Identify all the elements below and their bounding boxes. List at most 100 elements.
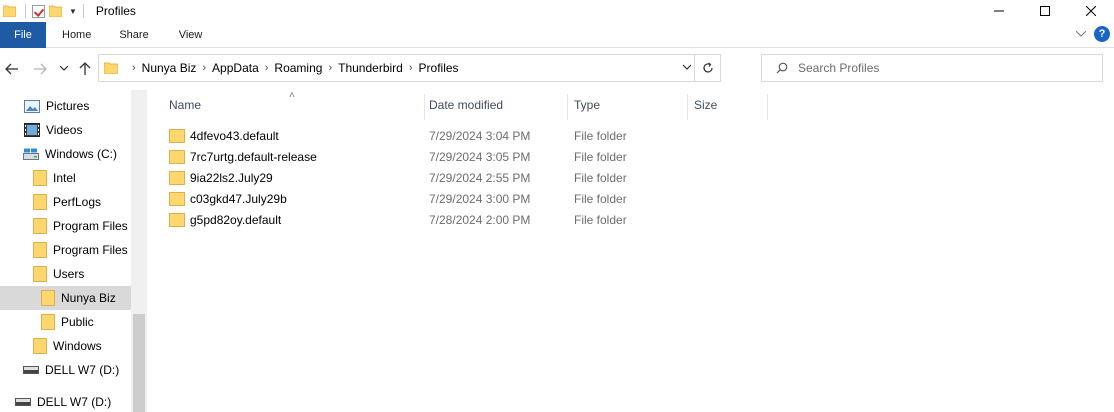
sidebar-item-videos[interactable]: Videos — [0, 118, 131, 142]
folder-icon — [169, 129, 185, 143]
tab-share[interactable]: Share — [105, 22, 162, 48]
chevron-down-icon — [60, 66, 68, 71]
close-button[interactable] — [1068, 0, 1114, 22]
sidebar-item-users[interactable]: Users — [0, 262, 131, 286]
customize-toolbar-dropdown-icon[interactable]: ▼ — [69, 7, 77, 16]
up-arrow-icon — [79, 62, 91, 75]
folder-icon — [169, 171, 185, 185]
tab-home[interactable]: Home — [46, 22, 105, 48]
ribbon-tabs: File Home Share View ? — [0, 21, 1114, 48]
folder-icon — [33, 218, 47, 234]
folder-icon — [169, 213, 185, 227]
column-header-name[interactable]: Name — [169, 90, 424, 120]
back-button[interactable] — [4, 61, 20, 77]
sidebar-item-intel[interactable]: Intel — [0, 166, 131, 190]
window-title: Profiles — [95, 4, 136, 18]
sidebar-item-dell-w7-d-root[interactable]: DELL W7 (D:) — [0, 390, 131, 412]
column-header-label: Type — [574, 98, 601, 112]
search-placeholder[interactable]: Search Profiles — [798, 61, 879, 75]
table-row[interactable]: g5pd82oy.default 7/28/2024 2:00 PM File … — [169, 209, 749, 230]
folder-icon — [33, 194, 47, 210]
sidebar-item-public[interactable]: Public — [0, 310, 131, 334]
usb-drive-icon — [23, 366, 39, 374]
sidebar-item-label: Nunya Biz — [61, 291, 116, 305]
date-modified: 7/29/2024 3:00 PM — [429, 191, 531, 206]
date-modified: 7/29/2024 2:55 PM — [429, 170, 531, 185]
new-folder-icon[interactable] — [49, 5, 62, 17]
sidebar-item-program-files-x86[interactable]: Program Files ( — [0, 238, 131, 262]
address-bar[interactable]: › Nunya Biz › AppData › Roaming › Thunde… — [98, 54, 721, 82]
title-bar: ▼ Profiles — [0, 0, 1114, 22]
sidebar-item-windows[interactable]: Windows — [0, 334, 131, 358]
toolbar-divider — [25, 4, 26, 18]
breadcrumb-separator-icon[interactable]: › — [409, 62, 413, 74]
sidebar-item-program-files[interactable]: Program Files — [0, 214, 131, 238]
breadcrumb-item[interactable]: Roaming — [274, 61, 322, 75]
column-header-type[interactable]: Type — [574, 90, 687, 120]
folder-icon[interactable] — [3, 5, 16, 17]
maximize-button[interactable] — [1022, 0, 1068, 22]
drive-icon — [23, 148, 39, 160]
sidebar-item-pictures[interactable]: Pictures — [0, 94, 131, 118]
sidebar-item-label: Intel — [53, 171, 76, 185]
column-divider[interactable] — [424, 94, 425, 120]
file-type: File folder — [574, 191, 627, 206]
table-row[interactable]: 9ia22ls2.July29 7/29/2024 2:55 PM File f… — [169, 167, 749, 188]
refresh-button[interactable] — [694, 55, 720, 81]
folder-icon — [33, 266, 47, 282]
breadcrumb-item[interactable]: Nunya Biz — [142, 61, 197, 75]
sidebar-item-perflogs[interactable]: PerfLogs — [0, 190, 131, 214]
breadcrumb-item-current[interactable]: Profiles — [419, 61, 459, 75]
quick-access-toolbar: ▼ — [0, 0, 90, 22]
up-button[interactable] — [77, 61, 93, 77]
column-header-size[interactable]: Size — [694, 90, 767, 120]
breadcrumb-item[interactable]: Thunderbird — [338, 61, 403, 75]
folder-icon — [169, 192, 185, 206]
tab-view[interactable]: View — [163, 22, 217, 48]
breadcrumb-separator-icon[interactable]: › — [265, 62, 269, 74]
file-type: File folder — [574, 149, 627, 164]
folder-icon — [41, 290, 55, 306]
window-controls — [976, 0, 1114, 22]
help-icon[interactable]: ? — [1094, 26, 1110, 42]
folder-icon — [169, 150, 185, 164]
file-type: File folder — [574, 212, 627, 227]
breadcrumb-item[interactable]: AppData — [212, 61, 259, 75]
breadcrumb-separator-icon[interactable]: › — [328, 62, 332, 74]
file-type: File folder — [574, 128, 627, 143]
address-row: › Nunya Biz › AppData › Roaming › Thunde… — [0, 48, 1114, 90]
forward-button[interactable] — [32, 61, 48, 77]
nav-scrollbar-thumb[interactable] — [133, 314, 145, 412]
recent-locations-button[interactable] — [56, 61, 72, 77]
table-row[interactable]: 4dfevo43.default 7/29/2024 3:04 PM File … — [169, 125, 749, 146]
maximize-icon — [1040, 6, 1050, 16]
minimize-button[interactable] — [976, 0, 1022, 22]
tab-file[interactable]: File — [0, 21, 46, 48]
address-dropdown-icon[interactable] — [682, 61, 692, 75]
table-row[interactable]: c03gkd47.July29b 7/29/2024 3:00 PM File … — [169, 188, 749, 209]
sidebar-item-dell-w7-d[interactable]: DELL W7 (D:) — [0, 358, 131, 382]
properties-icon[interactable] — [32, 4, 45, 18]
folder-icon — [104, 62, 118, 74]
column-divider[interactable] — [567, 94, 568, 120]
sidebar-item-nunya-biz[interactable]: Nunya Biz — [0, 286, 131, 310]
sidebar-item-label: DELL W7 (D:) — [37, 395, 112, 409]
expand-ribbon-icon[interactable] — [1076, 31, 1086, 37]
file-name: 9ia22ls2.July29 — [190, 170, 273, 185]
sidebar-item-windows-c[interactable]: Windows (C:) — [0, 142, 131, 166]
sidebar-item-label: Program Files ( — [53, 243, 131, 257]
sidebar-item-label: Videos — [46, 123, 83, 137]
sidebar-item-label: DELL W7 (D:) — [45, 363, 120, 377]
breadcrumb-separator-icon[interactable]: › — [202, 62, 206, 74]
sidebar-item-label: PerfLogs — [53, 195, 102, 209]
date-modified: 7/28/2024 2:00 PM — [429, 212, 531, 227]
breadcrumb: › Nunya Biz › AppData › Roaming › Thunde… — [126, 61, 459, 75]
folder-icon — [33, 170, 47, 186]
column-divider[interactable] — [687, 94, 688, 120]
column-header-date-modified[interactable]: Date modified — [429, 90, 567, 120]
breadcrumb-separator-icon[interactable]: › — [132, 62, 136, 74]
table-row[interactable]: 7rc7urtg.default-release 7/29/2024 3:05 … — [169, 146, 749, 167]
column-divider[interactable] — [767, 94, 768, 120]
search-box[interactable]: Search Profiles — [761, 54, 1103, 82]
sidebar-item-label: Public — [61, 315, 94, 329]
